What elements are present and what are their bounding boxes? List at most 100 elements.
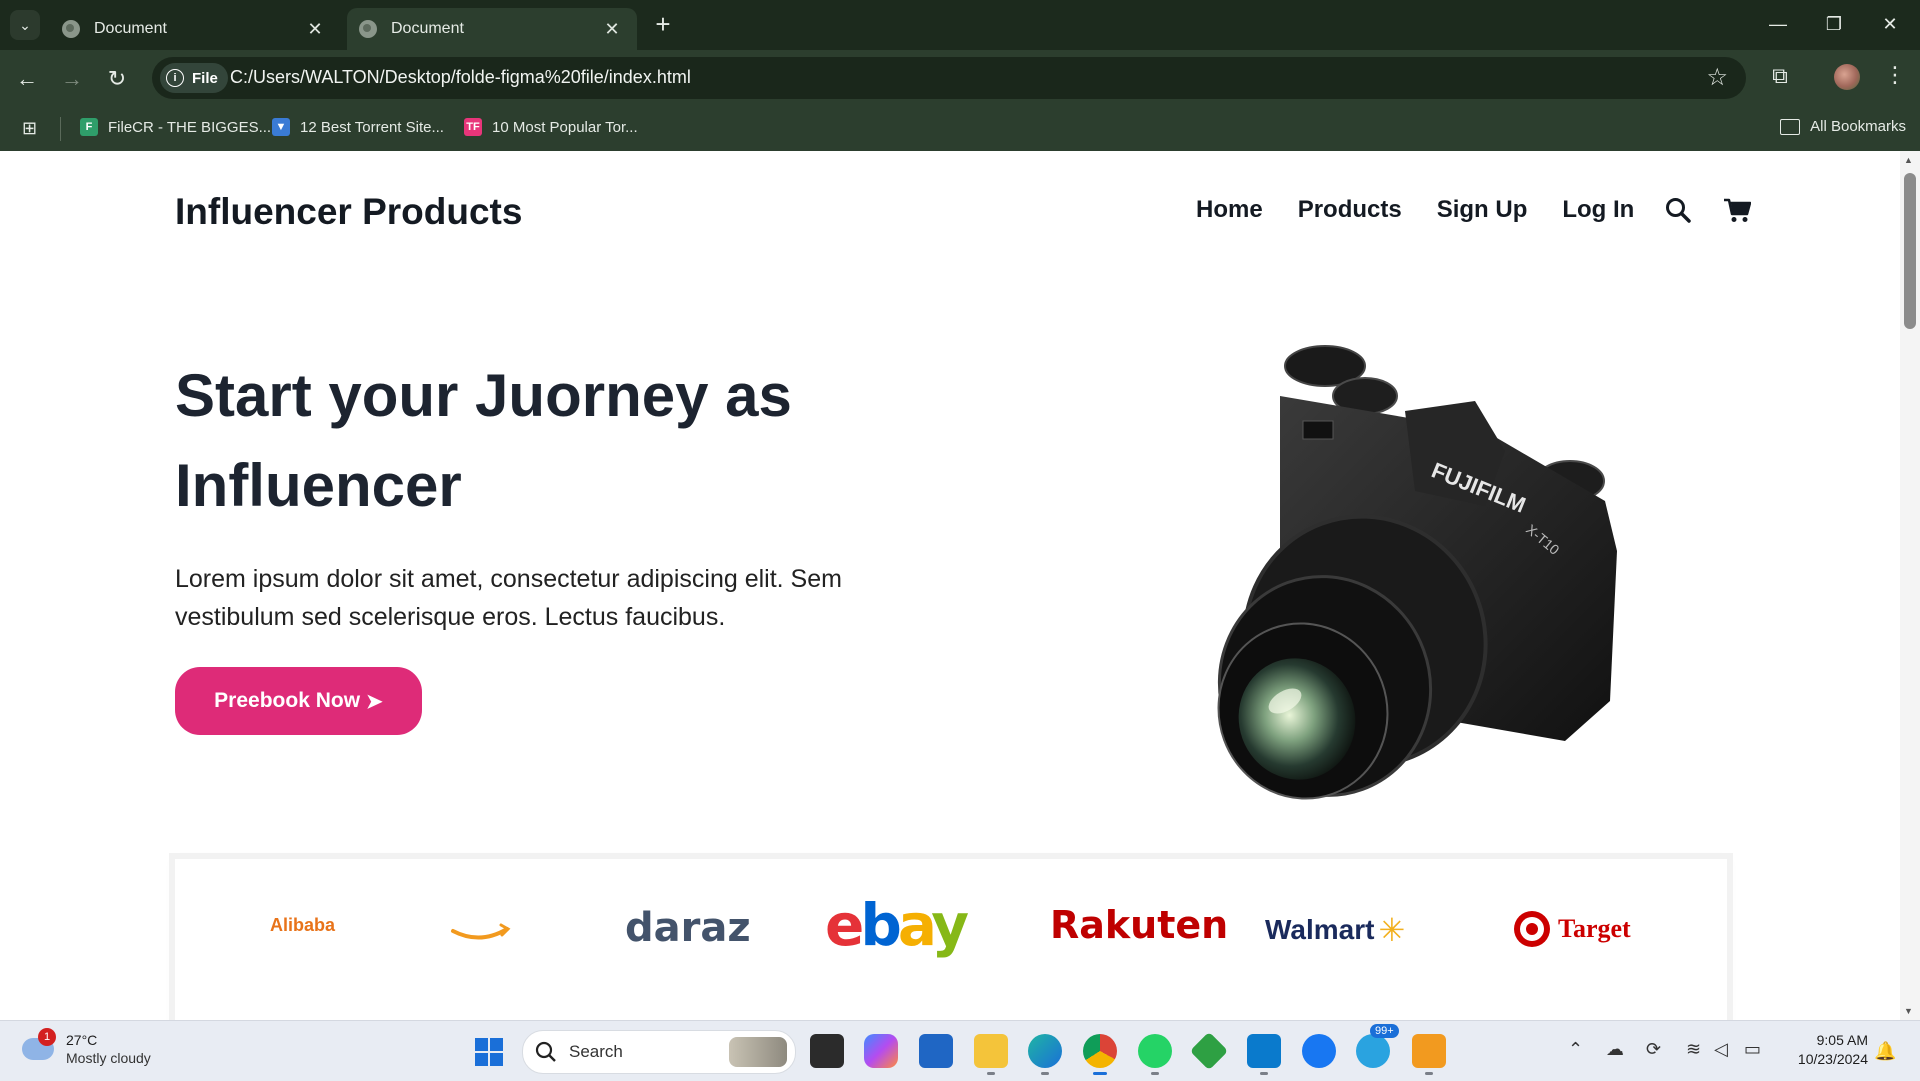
new-tab-button[interactable]: + (650, 11, 676, 37)
restore-button[interactable]: ❐ (1814, 8, 1854, 40)
all-bookmarks-label: All Bookmarks (1810, 118, 1906, 135)
chevron-down-icon: ⌄ (19, 16, 31, 33)
scroll-up-icon[interactable]: ▲ (1904, 155, 1913, 165)
brand-logo-walmart[interactable]: Walmart ✳ (1265, 911, 1405, 949)
globe-icon (62, 20, 80, 38)
info-icon: i (166, 69, 184, 87)
all-bookmarks-button[interactable]: All Bookmarks (1780, 118, 1906, 135)
web-page: Influencer Products Home Products Sign U… (0, 151, 1900, 1020)
tf-icon: TF (464, 118, 482, 136)
page-scrollbar[interactable]: ▲ ▼ (1900, 151, 1920, 1020)
notification-bell-icon[interactable]: 🔔 (1874, 1041, 1896, 1062)
weather-widget[interactable]: 1 27°C Mostly cloudy (22, 1028, 151, 1067)
git-app-icon[interactable] (1189, 1031, 1229, 1071)
url-text[interactable]: C:/Users/WALTON/Desktop/folde-figma%20fi… (230, 67, 691, 88)
walmart-spark-icon: ✳ (1378, 912, 1406, 948)
bookmark-star-icon[interactable]: ☆ (1706, 63, 1728, 92)
brand-logo-alibaba[interactable]: Alibaba (270, 915, 335, 936)
brand-logo-rakuten[interactable]: Rakuten (1050, 903, 1228, 947)
bookmark-popular-torrents[interactable]: TF 10 Most Popular Tor... (464, 118, 638, 136)
extensions-icon[interactable]: ⧉ (1766, 63, 1794, 91)
weather-temp: 27°C (66, 1032, 98, 1048)
nav-log-in[interactable]: Log In (1562, 196, 1634, 224)
scroll-thumb[interactable] (1904, 173, 1916, 329)
running-indicator (987, 1072, 995, 1075)
minimize-button[interactable]: — (1758, 8, 1798, 40)
volume-icon[interactable]: ◁ (1714, 1039, 1728, 1060)
telegram-icon[interactable]: 99+ (1356, 1024, 1399, 1068)
whatsapp-icon[interactable] (1138, 1034, 1172, 1068)
globe-icon (359, 20, 377, 38)
brand-logo-amazon[interactable] (445, 909, 515, 949)
nav-sign-up[interactable]: Sign Up (1437, 196, 1528, 224)
back-icon[interactable]: ← (12, 64, 42, 94)
bookmark-filecr[interactable]: F FileCR - THE BIGGES... (80, 118, 271, 136)
brand-logo-target[interactable]: Target (1512, 909, 1631, 949)
amazon-smile-icon (451, 923, 511, 940)
microsoft-store-icon[interactable] (919, 1034, 953, 1068)
tab-document-1[interactable]: Document ✕ (50, 8, 340, 50)
chevron-up-icon[interactable]: ⌃ (1568, 1039, 1583, 1060)
cloud-icon: 1 (22, 1028, 56, 1060)
search-icon[interactable] (1665, 197, 1692, 223)
divider (60, 117, 61, 141)
site-info-chip[interactable]: i File (160, 63, 228, 93)
chrome-icon[interactable] (1083, 1034, 1117, 1068)
browser-toolbar: ← → ↻ i File C:/Users/WALTON/Desktop/fol… (0, 50, 1920, 107)
tab-title: Document (94, 20, 167, 37)
forward-icon[interactable]: → (57, 64, 87, 94)
site-nav: Home Products Sign Up Log In (1196, 196, 1752, 224)
vscode-icon[interactable] (1247, 1034, 1281, 1068)
task-view-icon[interactable] (810, 1034, 844, 1068)
bookmark-label: 12 Best Torrent Site... (300, 118, 444, 136)
wifi-icon[interactable]: ≋ (1686, 1039, 1701, 1060)
cta-label: Preebook Now (214, 689, 361, 712)
tab-document-2[interactable]: Document ✕ (347, 8, 637, 50)
more-menu-icon[interactable]: ⋮ (1884, 62, 1906, 88)
torrent-site-icon: ▼ (272, 118, 290, 136)
running-indicator (1151, 1072, 1159, 1075)
profile-avatar[interactable] (1834, 64, 1860, 90)
site-brand[interactable]: Influencer Products (175, 191, 522, 233)
partner-brands: Alibaba daraz ebay Rakuten Walmart ✳ Tar… (175, 859, 1727, 1020)
file-explorer-icon[interactable] (974, 1034, 1008, 1068)
nav-home[interactable]: Home (1196, 196, 1263, 224)
walmart-label: Walmart (1265, 914, 1375, 945)
search-icon (535, 1041, 556, 1062)
target-label: Target (1558, 914, 1631, 943)
windows-start-icon[interactable] (474, 1037, 504, 1067)
address-bar[interactable]: i File C:/Users/WALTON/Desktop/folde-fig… (152, 57, 1746, 99)
active-indicator (1093, 1072, 1107, 1075)
scroll-down-icon[interactable]: ▼ (1904, 1006, 1913, 1016)
cart-icon[interactable] (1723, 197, 1752, 223)
bookmark-torrent-sites[interactable]: ▼ 12 Best Torrent Site... (272, 118, 444, 136)
taskbar-search[interactable]: Search (522, 1030, 796, 1074)
sync-icon[interactable]: ⟳ (1646, 1039, 1661, 1060)
camera-image: FUJIFILM X-T10 (1217, 345, 1617, 800)
pdf-app-icon[interactable] (1412, 1034, 1446, 1068)
battery-icon[interactable]: ▭ (1744, 1039, 1761, 1060)
apps-grid-icon[interactable]: ⊞ (22, 119, 40, 137)
onedrive-cloud-icon[interactable]: ☁ (1606, 1039, 1624, 1060)
edge-icon[interactable] (1028, 1034, 1062, 1068)
filecr-icon: F (80, 118, 98, 136)
send-arrow-icon: ➤ (366, 690, 383, 713)
nav-products[interactable]: Products (1298, 196, 1402, 224)
copilot-icon[interactable] (864, 1034, 898, 1068)
close-window-button[interactable]: ✕ (1870, 8, 1910, 40)
facebook-icon[interactable] (1302, 1034, 1336, 1068)
target-bullseye-icon (1514, 911, 1550, 947)
running-indicator (1425, 1072, 1433, 1075)
search-highlight-image (729, 1037, 787, 1067)
close-icon[interactable]: ✕ (304, 18, 326, 40)
running-indicator (1260, 1072, 1268, 1075)
brand-logo-ebay[interactable]: ebay (825, 891, 969, 959)
clock[interactable]: 9:05 AM 10/23/2024 (1788, 1031, 1868, 1069)
reload-icon[interactable]: ↻ (102, 64, 132, 94)
tab-search-button[interactable]: ⌄ (10, 10, 40, 40)
search-label: Search (569, 1042, 623, 1061)
close-icon[interactable]: ✕ (601, 18, 623, 40)
tab-title: Document (391, 20, 464, 37)
preebook-now-button[interactable]: Preebook Now ➤ (175, 667, 422, 735)
brand-logo-daraz[interactable]: daraz (625, 905, 751, 951)
